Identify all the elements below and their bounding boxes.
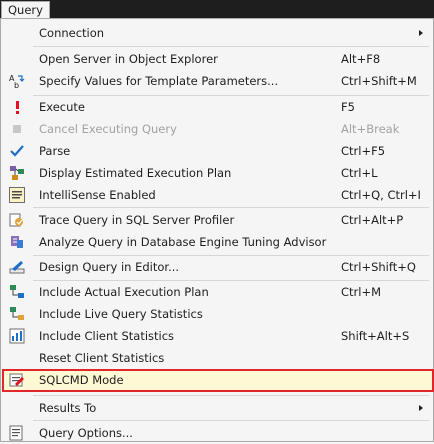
- menu-item-parse[interactable]: Parse Ctrl+F5: [3, 140, 431, 162]
- menu-item-shortcut: Ctrl+F5: [341, 144, 386, 158]
- menu-item-label: Parse: [39, 144, 71, 158]
- execute-icon: [9, 99, 25, 115]
- menu-separator: [33, 420, 429, 421]
- menu-item-actual-plan[interactable]: Include Actual Execution Plan Ctrl+M: [3, 281, 431, 303]
- menu-item-shortcut: Ctrl+M: [341, 285, 382, 299]
- tuning-advisor-icon: [9, 234, 25, 250]
- menu-item-analyze-query[interactable]: Analyze Query in Database Engine Tuning …: [3, 231, 431, 253]
- menu-item-label: Include Actual Execution Plan: [39, 285, 209, 299]
- menu-item-label: IntelliSense Enabled: [39, 188, 156, 202]
- menu-item-results-to[interactable]: Results To: [3, 397, 431, 419]
- menu-item-sqlcmd-mode[interactable]: SQLCMD Mode: [2, 369, 434, 392]
- menu-separator: [33, 46, 429, 47]
- menu-item-label: Open Server in Object Explorer: [39, 52, 218, 66]
- menu-item-label: Display Estimated Execution Plan: [39, 166, 232, 180]
- menu-item-shortcut: Ctrl+L: [341, 166, 378, 180]
- menu-item-trace-query[interactable]: Trace Query in SQL Server Profiler Ctrl+…: [3, 209, 431, 231]
- menu-item-connection[interactable]: Connection: [3, 22, 431, 44]
- query-options-icon: [9, 425, 25, 441]
- menu-item-label: Analyze Query in Database Engine Tuning …: [39, 235, 327, 249]
- menu-item-shortcut: Ctrl+Shift+Q: [341, 260, 416, 274]
- menu-item-label: Query Options...: [39, 426, 133, 440]
- menu-item-reset-client-stats[interactable]: Reset Client Statistics: [3, 347, 431, 369]
- menu-item-query-options[interactable]: Query Options...: [3, 422, 431, 444]
- actual-plan-icon: [9, 284, 25, 300]
- menu-item-shortcut: Ctrl+Shift+M: [341, 74, 417, 88]
- submenu-arrow-icon: [419, 30, 423, 36]
- query-dropdown-menu: Connection Open Server in Object Explore…: [0, 18, 434, 442]
- menu-item-label: Results To: [39, 401, 97, 415]
- menu-item-label: Trace Query in SQL Server Profiler: [39, 213, 235, 227]
- menu-separator: [33, 207, 429, 208]
- menu-item-shortcut: Alt+Break: [341, 122, 400, 136]
- menu-item-shortcut: Shift+Alt+S: [341, 329, 410, 343]
- template-params-icon: A b: [9, 73, 25, 90]
- intellisense-icon: [9, 187, 25, 203]
- live-stats-icon: [9, 306, 25, 322]
- svg-text:b: b: [14, 81, 19, 89]
- sqlcmd-icon: [9, 372, 25, 388]
- menu-item-label: Specify Values for Template Parameters..…: [39, 74, 279, 88]
- menu-item-label: Execute: [39, 100, 85, 114]
- title-bar: [0, 0, 434, 18]
- profiler-icon: [9, 212, 25, 228]
- menu-separator: [33, 395, 429, 396]
- query-menu-tab[interactable]: Query: [1, 1, 50, 18]
- menu-item-cancel-executing[interactable]: Cancel Executing Query Alt+Break: [3, 118, 431, 140]
- execution-plan-icon: [9, 165, 25, 181]
- menu-item-open-server[interactable]: Open Server in Object Explorer Alt+F8: [3, 48, 431, 70]
- menu-item-execute[interactable]: Execute F5: [3, 96, 431, 118]
- submenu-arrow-icon: [419, 405, 423, 411]
- menu-item-label: Include Live Query Statistics: [39, 307, 203, 321]
- menu-item-label: Include Client Statistics: [39, 329, 175, 343]
- menu-item-intellisense[interactable]: IntelliSense Enabled Ctrl+Q, Ctrl+I: [3, 184, 431, 206]
- menu-item-shortcut: Ctrl+Alt+P: [341, 213, 404, 227]
- design-query-icon: [9, 259, 25, 275]
- menu-item-label: SQLCMD Mode: [39, 373, 124, 387]
- menu-item-shortcut: Ctrl+Q, Ctrl+I: [341, 188, 421, 202]
- menu-item-shortcut: Alt+F8: [341, 52, 381, 66]
- menu-item-design-query[interactable]: Design Query in Editor... Ctrl+Shift+Q: [3, 256, 431, 278]
- parse-checkmark-icon: [9, 143, 25, 159]
- menu-item-specify-values[interactable]: A b Specify Values for Template Paramete…: [3, 70, 431, 92]
- menu-item-client-stats[interactable]: Include Client Statistics Shift+Alt+S: [3, 325, 431, 347]
- menu-item-shortcut: F5: [341, 100, 355, 114]
- cancel-icon: [9, 121, 25, 137]
- client-stats-icon: [9, 328, 25, 344]
- menu-item-label: Cancel Executing Query: [39, 122, 177, 136]
- menu-item-label: Connection: [39, 26, 105, 40]
- menu-item-estimated-plan[interactable]: Display Estimated Execution Plan Ctrl+L: [3, 162, 431, 184]
- menu-item-label: Design Query in Editor...: [39, 260, 180, 274]
- menu-item-label: Reset Client Statistics: [39, 351, 165, 365]
- menu-item-live-stats[interactable]: Include Live Query Statistics: [3, 303, 431, 325]
